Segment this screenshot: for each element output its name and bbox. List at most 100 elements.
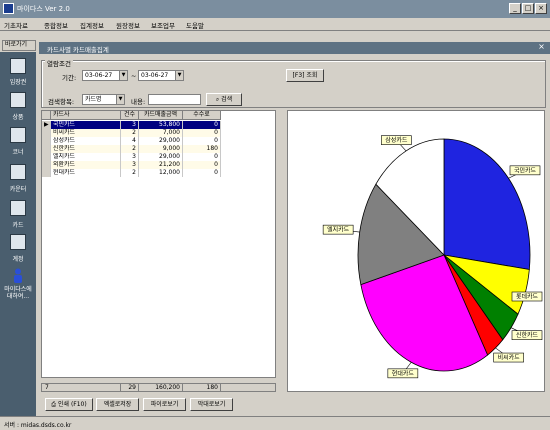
- column-header-fee[interactable]: 수수료: [183, 111, 221, 120]
- menu-item-general[interactable]: 종합정보: [44, 20, 68, 30]
- pie-label: 국민카드: [514, 166, 537, 174]
- content-input[interactable]: [148, 94, 201, 105]
- table-cell-fee: 0: [183, 129, 221, 137]
- chevron-down-icon[interactable]: ▼: [116, 95, 124, 104]
- person-icon[interactable]: [12, 268, 24, 284]
- chevron-down-icon[interactable]: ▼: [119, 71, 127, 80]
- menu-bar: 기초자료 종합정보 집계정보 원장정보 보조업무 도움말: [0, 18, 550, 31]
- content-label: 내용:: [131, 98, 146, 106]
- table-cell-count: 4: [121, 137, 139, 145]
- grid-footer: 7 29 160,200 180: [41, 383, 276, 392]
- date-from-field[interactable]: 03-06-27 ▼: [82, 70, 128, 81]
- footer-rows: 7: [43, 384, 121, 392]
- date-from-value: 03-06-27: [85, 72, 113, 79]
- ticket-icon[interactable]: [10, 58, 26, 74]
- table-cell-name: 비씨카드: [51, 129, 121, 137]
- table-cell-amount: 9,000: [139, 145, 183, 153]
- title-bar[interactable]: 마이다스 Ver 2.0 _ □ ×: [0, 0, 550, 18]
- pie-label: 비씨카드: [498, 354, 521, 362]
- status-text: 서버 : midas.dsds.co.kr: [4, 422, 72, 429]
- sidebar-item-about[interactable]: 마이다스에 대하여...: [0, 286, 36, 300]
- column-header-card[interactable]: 카드사: [51, 111, 121, 120]
- table-cell-count: 2: [121, 169, 139, 177]
- footer-amount: 160,200: [139, 384, 183, 392]
- pie-chart: 국민카드롯데카드신한카드비씨카드현대카드 엘지카드 삼성카드: [322, 135, 543, 379]
- table-row[interactable]: 외환카드 3 21,200 0: [42, 161, 221, 169]
- sidebar-item-account[interactable]: 계정: [0, 254, 36, 263]
- period-label: 기간:: [62, 74, 77, 82]
- card-icon[interactable]: [10, 200, 26, 216]
- card-sales-grid[interactable]: 카드사 건수 카드매출금액 수수료 ▶ 국민카드 3 53,800 0 비씨카드 2 7,00…: [41, 110, 276, 378]
- sidebar-tab[interactable]: 바로가기: [2, 40, 36, 51]
- search-button-label: 검색: [221, 96, 233, 103]
- table-cell-amount: 53,800: [139, 121, 183, 129]
- date-to-value: 03-06-27: [141, 72, 169, 79]
- row-indicator: [42, 161, 51, 169]
- close-button[interactable]: ×: [535, 3, 547, 14]
- window-title: 마이다스 Ver 2.0: [17, 5, 70, 13]
- pie-label: 엘지카드: [327, 226, 350, 234]
- table-cell-name: 현대카드: [51, 169, 121, 177]
- table-cell-count: 2: [121, 145, 139, 153]
- table-cell-amount: 21,200: [139, 161, 183, 169]
- date-to-field[interactable]: 03-06-27 ▼: [138, 70, 184, 81]
- sidebar-item-goods[interactable]: 상품: [0, 112, 36, 121]
- table-cell-fee: 0: [183, 169, 221, 177]
- account-icon[interactable]: [10, 234, 26, 250]
- chevron-down-icon[interactable]: ▼: [175, 71, 183, 80]
- form-title: 카드사별 카드매출집계: [47, 46, 109, 54]
- table-cell-amount: 7,000: [139, 129, 183, 137]
- menu-item-basic[interactable]: 기초자료: [4, 20, 28, 30]
- counter-icon[interactable]: [10, 164, 26, 180]
- conditions-label: 열람조건: [45, 58, 73, 68]
- table-row[interactable]: 삼성카드 4 29,000 0: [42, 137, 221, 145]
- close-icon[interactable]: ×: [537, 43, 546, 52]
- table-cell-count: 3: [121, 161, 139, 169]
- form-title-bar[interactable]: 카드사별 카드매출집계 ×: [39, 42, 550, 54]
- menu-item-summary[interactable]: 집계정보: [80, 20, 104, 30]
- footer-fee: 180: [183, 384, 221, 392]
- search-field-value: 카드명: [85, 96, 102, 103]
- table-row[interactable]: 현대카드 2 12,000 0: [42, 169, 221, 177]
- sidebar-item-ticket[interactable]: 입장권: [0, 77, 36, 86]
- table-cell-fee: 0: [183, 137, 221, 145]
- table-cell-fee: 0: [183, 153, 221, 161]
- maximize-button[interactable]: □: [522, 3, 534, 14]
- table-row[interactable]: ▶ 국민카드 3 53,800 0: [42, 121, 221, 129]
- row-indicator-header: [42, 111, 51, 120]
- menu-item-help[interactable]: 도움말: [186, 20, 204, 30]
- column-header-amount[interactable]: 카드매출금액: [139, 111, 183, 120]
- search-field-select[interactable]: 카드명 ▼: [82, 94, 125, 105]
- row-indicator: [42, 137, 51, 145]
- pie-view-button[interactable]: 파이로보기: [143, 398, 186, 411]
- table-cell-name: 외환카드: [51, 161, 121, 169]
- query-button[interactable]: [F3] 조회: [286, 69, 324, 82]
- menu-item-aux[interactable]: 보조업무: [151, 20, 175, 30]
- table-row[interactable]: 신한카드 2 9,000 180: [42, 145, 221, 153]
- corner-icon[interactable]: [10, 127, 26, 143]
- sidebar: 입장권 상품 코너 카운터 카드 계정 마이다스에 대하여...: [0, 52, 36, 416]
- search-icon: ⌕: [215, 96, 220, 103]
- table-cell-fee: 0: [183, 121, 221, 129]
- sidebar-item-counter[interactable]: 카운터: [0, 184, 36, 193]
- table-cell-amount: 29,000: [139, 153, 183, 161]
- sidebar-item-card[interactable]: 카드: [0, 220, 36, 229]
- print-button[interactable]: ⎙ 인쇄 (F10): [45, 398, 93, 411]
- chart-panel: 국민카드 롯데카드 신한카드 비씨카드 현대카드 엘지카드 삼성카드: [287, 110, 545, 392]
- menu-item-ledger[interactable]: 원장정보: [116, 20, 140, 30]
- column-header-count[interactable]: 건수: [121, 111, 139, 120]
- table-cell-fee: 180: [183, 145, 221, 153]
- table-cell-name: 국민카드: [51, 121, 121, 129]
- app-icon: [3, 3, 14, 14]
- search-button[interactable]: ⌕ 검색: [206, 93, 242, 106]
- sidebar-item-corner[interactable]: 코너: [0, 147, 36, 156]
- table-row[interactable]: 비씨카드 2 7,000 0: [42, 129, 221, 137]
- excel-save-button[interactable]: 엑셀로저장: [96, 398, 139, 411]
- goods-icon[interactable]: [10, 92, 26, 108]
- table-row[interactable]: 엘지카드 3 29,000 0: [42, 153, 221, 161]
- bar-view-button[interactable]: 막대로보기: [190, 398, 233, 411]
- pie-slice: [443, 138, 531, 270]
- minimize-button[interactable]: _: [509, 3, 521, 14]
- search-field-label: 검색항목:: [48, 98, 75, 106]
- table-cell-name: 삼성카드: [51, 137, 121, 145]
